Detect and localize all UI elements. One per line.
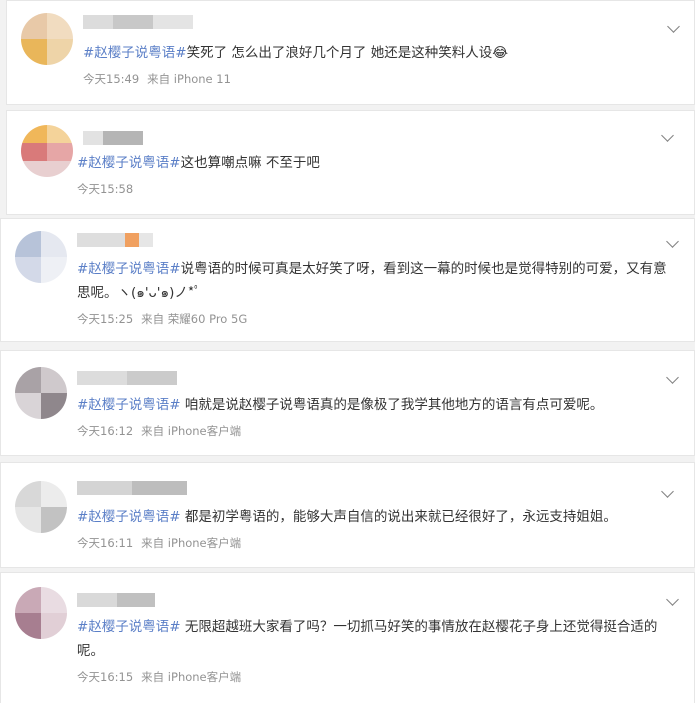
comment-card: #赵樱子说粤语# 咱就是说赵樱子说粤语真的是像极了我学其他地方的语言有点可爱呢。… [0, 350, 695, 456]
source: 来自 iPhone客户端 [141, 670, 242, 684]
chevron-down-icon[interactable] [667, 20, 680, 33]
comment-meta: 今天15:58 [77, 181, 133, 197]
timestamp: 今天15:25 [77, 312, 134, 326]
hashtag-link[interactable]: #赵樱子说粤语# [77, 619, 181, 635]
comment-meta: 今天15:25 来自 荣耀60 Pro 5G [77, 311, 247, 327]
comment-text: #赵樱子说粤语# 无限超越班大家看了吗？一切抓马好笑的事情放在赵樱花子身上还觉得… [77, 619, 658, 659]
chevron-down-icon[interactable] [666, 371, 679, 384]
chevron-down-icon[interactable] [666, 235, 679, 248]
username[interactable] [77, 371, 177, 385]
comment-text: #赵樱子说粤语# 咱就是说赵樱子说粤语真的是像极了我学其他地方的语言有点可爱呢。 [77, 397, 604, 413]
comment-card: #赵樱子说粤语#说粤语的时候可真是太好笑了呀，看到这一幕的时候也是觉得特别的可爱… [0, 218, 695, 342]
comment-meta: 今天16:15 来自 iPhone客户端 [77, 669, 241, 685]
source: 来自 iPhone客户端 [141, 536, 242, 550]
username[interactable] [77, 593, 155, 607]
avatar[interactable] [15, 587, 67, 639]
avatar[interactable] [15, 481, 67, 533]
comment-meta: 今天15:49 来自 iPhone 11 [83, 71, 231, 87]
timestamp: 今天15:58 [77, 182, 134, 196]
comment-card: #赵樱子说粤语#这也算嘲点嘛 不至于吧 今天15:58 [6, 110, 695, 215]
timestamp: 今天16:15 [77, 670, 134, 684]
chevron-down-icon[interactable] [666, 593, 679, 606]
username[interactable] [77, 233, 153, 247]
laughing-emoji-icon: 😂 [492, 45, 508, 61]
avatar[interactable] [15, 367, 67, 419]
comment-text: #赵樱子说粤语# 都是初学粤语的，能够大声自信的说出来就已经很好了，永远支持姐姐… [77, 509, 617, 525]
comment-card: #赵樱子说粤语#笑死了 怎么出了浪好几个月了 她还是这种笑料人设😂 今天15:4… [6, 0, 695, 105]
chevron-down-icon[interactable] [661, 129, 674, 142]
comment-meta: 今天16:12 来自 iPhone客户端 [77, 423, 241, 439]
timestamp: 今天16:12 [77, 424, 134, 438]
timestamp: 今天15:49 [83, 72, 140, 86]
hashtag-link[interactable]: #赵樱子说粤语# [83, 45, 187, 61]
hashtag-link[interactable]: #赵樱子说粤语# [77, 509, 181, 525]
hashtag-link[interactable]: #赵樱子说粤语# [77, 397, 181, 413]
username[interactable] [77, 481, 187, 495]
hashtag-link[interactable]: #赵樱子说粤语# [77, 261, 181, 277]
comment-card: #赵樱子说粤语# 无限超越班大家看了吗？一切抓马好笑的事情放在赵樱花子身上还觉得… [0, 572, 695, 703]
avatar[interactable] [21, 125, 73, 177]
username[interactable] [83, 15, 193, 29]
comment-card: #赵樱子说粤语# 都是初学粤语的，能够大声自信的说出来就已经很好了，永远支持姐姐… [0, 462, 695, 568]
comment-text: #赵樱子说粤语#说粤语的时候可真是太好笑了呀，看到这一幕的时候也是觉得特别的可爱… [77, 261, 667, 301]
avatar[interactable] [21, 13, 73, 65]
hashtag-link[interactable]: #赵樱子说粤语# [77, 155, 181, 171]
avatar[interactable] [15, 231, 67, 283]
source: 来自 荣耀60 Pro 5G [141, 312, 248, 326]
comment-text: #赵樱子说粤语#笑死了 怎么出了浪好几个月了 她还是这种笑料人设😂 [83, 45, 508, 61]
chevron-down-icon[interactable] [661, 485, 674, 498]
source: 来自 iPhone客户端 [141, 424, 242, 438]
username[interactable] [83, 131, 143, 145]
timestamp: 今天16:11 [77, 536, 134, 550]
comment-meta: 今天16:11 来自 iPhone客户端 [77, 535, 241, 551]
source: 来自 iPhone 11 [147, 72, 231, 86]
comment-text: #赵樱子说粤语#这也算嘲点嘛 不至于吧 [77, 155, 320, 171]
